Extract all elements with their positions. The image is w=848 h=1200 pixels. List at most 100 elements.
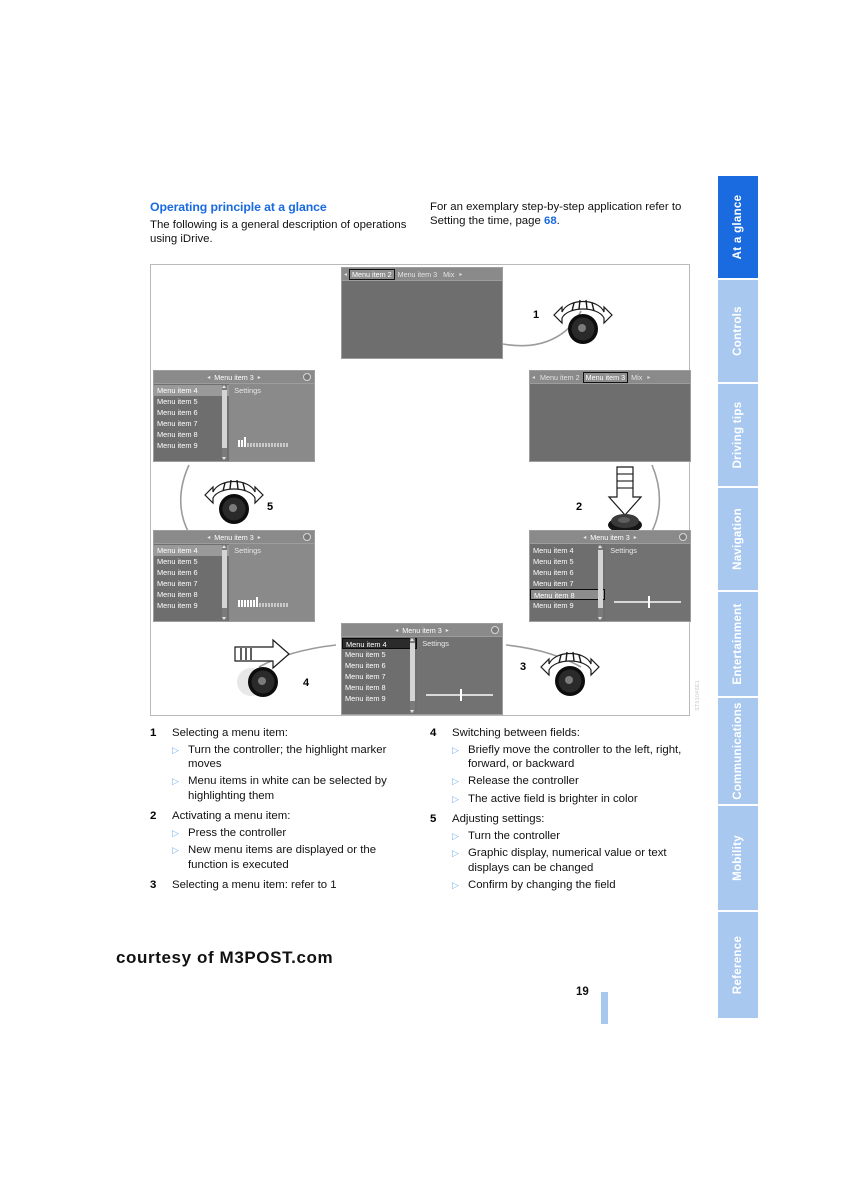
meter-bar <box>268 603 271 607</box>
list-item-selected[interactable]: Menu item 4 <box>154 385 230 396</box>
menu-list: Menu item 4 Menu item 5 Menu item 6 Menu… <box>154 384 230 461</box>
list-item[interactable]: Menu item 7 <box>530 578 605 589</box>
scrollbar-thumb[interactable] <box>222 550 228 608</box>
list-item[interactable]: Menu item 9 <box>530 600 605 611</box>
settings-slider-handle[interactable] <box>647 596 650 608</box>
list-item[interactable]: Menu item 6 <box>342 660 417 671</box>
title-left-arrow-icon[interactable]: ◂ <box>203 534 214 541</box>
list-scrollbar[interactable] <box>222 545 228 620</box>
caption-bullet-list: ▷ Briefly move the controller to the lef… <box>452 743 698 807</box>
settings-meter[interactable] <box>238 437 289 447</box>
scrollbar-thumb[interactable] <box>222 390 228 448</box>
title-right-arrow-icon[interactable]: ▸ <box>442 627 453 634</box>
list-item-selected[interactable]: Menu item 4 <box>154 545 230 556</box>
list-item[interactable]: Menu item 5 <box>342 649 417 660</box>
sidebar-tab-entertainment[interactable]: Entertainment <box>718 592 758 698</box>
screen-title-text: Menu item 3 <box>214 532 254 542</box>
cross-reference-page-link[interactable]: 68 <box>544 215 557 227</box>
tab-menu-item-2[interactable]: Menu item 2 <box>349 268 395 280</box>
title-left-arrow-icon[interactable]: ◂ <box>391 627 402 634</box>
sidebar-tab-label: Navigation <box>732 508 744 570</box>
list-item[interactable]: Menu item 5 <box>530 556 605 567</box>
clock-icon <box>679 533 687 541</box>
sidebar-tab-communications[interactable]: Communications <box>718 698 758 806</box>
sidebar-tab-controls[interactable]: Controls <box>718 280 758 384</box>
tabbar-right-arrow-icon: ▸ <box>647 374 651 381</box>
settings-slider-handle[interactable] <box>459 689 462 701</box>
title-right-arrow-icon[interactable]: ▸ <box>630 534 641 541</box>
meter-bar <box>247 600 250 607</box>
list-item[interactable]: Menu item 9 <box>342 693 417 704</box>
meter-bar <box>283 603 286 607</box>
meter-bar <box>283 443 286 447</box>
scroll-up-arrow-icon[interactable] <box>410 638 415 641</box>
meter-bar <box>277 603 280 607</box>
settings-meter[interactable] <box>238 597 289 607</box>
scroll-up-arrow-icon[interactable] <box>222 545 227 548</box>
triangle-bullet-icon: ▷ <box>172 827 179 838</box>
list-item[interactable]: Menu item 5 <box>154 396 229 407</box>
scroll-down-arrow-icon[interactable] <box>222 617 227 620</box>
caption-heading: Switching between fields: <box>452 727 580 739</box>
chapter-tab-rail: At a glance Controls Driving tips Naviga… <box>718 176 758 1026</box>
triangle-bullet-icon: ▷ <box>172 776 179 787</box>
caption-step: 1 Selecting a menu item: ▷ Turn the cont… <box>150 726 418 803</box>
list-item-selected[interactable]: Menu item 8 <box>530 589 606 600</box>
meter-bar <box>286 443 289 447</box>
list-item-selected[interactable]: Menu item 4 <box>342 638 418 649</box>
tab-menu-item-2[interactable]: Menu item 2 <box>537 373 583 382</box>
list-item[interactable]: Menu item 9 <box>154 440 229 451</box>
settings-panel: Settings <box>417 637 502 714</box>
list-item[interactable]: Menu item 7 <box>154 578 229 589</box>
sidebar-tab-mobility[interactable]: Mobility <box>718 806 758 912</box>
title-right-arrow-icon[interactable]: ▸ <box>254 374 265 381</box>
meter-bar <box>265 443 268 447</box>
scroll-down-arrow-icon[interactable] <box>410 710 415 713</box>
scroll-up-arrow-icon[interactable] <box>222 385 227 388</box>
caption-step: 2 Activating a menu item: ▷ Press the co… <box>150 809 418 872</box>
list-item[interactable]: Menu item 8 <box>154 429 229 440</box>
triangle-bullet-icon: ▷ <box>452 848 459 859</box>
list-item[interactable]: Menu item 4 <box>530 545 605 556</box>
title-left-arrow-icon[interactable]: ◂ <box>579 534 590 541</box>
meter-bar <box>253 443 256 447</box>
meter-bar <box>238 600 241 607</box>
caption-heading: Activating a menu item: <box>172 810 291 823</box>
list-scrollbar[interactable] <box>598 545 604 620</box>
scrollbar-thumb[interactable] <box>598 550 604 608</box>
scroll-up-arrow-icon[interactable] <box>598 545 603 548</box>
list-scrollbar[interactable] <box>410 638 416 713</box>
screen-right-lower-title: ◂ Menu item 3 ▸ <box>530 531 690 544</box>
scrollbar-thumb[interactable] <box>410 643 416 701</box>
tab-menu-item-3[interactable]: Menu item 3 <box>582 371 629 383</box>
title-left-arrow-icon[interactable]: ◂ <box>203 374 214 381</box>
list-item[interactable]: Menu item 9 <box>154 600 229 611</box>
sidebar-tab-reference[interactable]: Reference <box>718 912 758 1018</box>
settings-label: Settings <box>234 546 261 555</box>
list-item[interactable]: Menu item 6 <box>530 567 605 578</box>
clock-icon <box>303 533 311 541</box>
title-right-arrow-icon[interactable]: ▸ <box>254 534 265 541</box>
meter-bar <box>238 440 241 447</box>
list-item[interactable]: Menu item 5 <box>154 556 229 567</box>
caption-bullet-list: ▷ Turn the controller ▷ Graphic display,… <box>452 829 698 893</box>
list-item[interactable]: Menu item 7 <box>154 418 229 429</box>
list-item[interactable]: Menu item 7 <box>342 671 417 682</box>
sidebar-tab-navigation[interactable]: Navigation <box>718 488 758 592</box>
meter-cursor <box>256 597 259 607</box>
sidebar-tab-driving-tips[interactable]: Driving tips <box>718 384 758 488</box>
sidebar-tab-at-a-glance[interactable]: At a glance <box>718 176 758 280</box>
list-scrollbar[interactable] <box>222 385 228 460</box>
tab-menu-item-3[interactable]: Menu item 3 <box>395 270 441 279</box>
list-item[interactable]: Menu item 8 <box>154 589 229 600</box>
screen-right-lower-body: Menu item 4 Menu item 5 Menu item 6 Menu… <box>530 544 690 621</box>
scroll-down-arrow-icon[interactable] <box>222 457 227 460</box>
scroll-down-arrow-icon[interactable] <box>598 617 603 620</box>
list-item[interactable]: Menu item 6 <box>154 407 229 418</box>
caption-bullet: ▷ Press the controller <box>172 826 418 840</box>
tab-mix[interactable]: Mix <box>440 270 457 279</box>
tab-mix[interactable]: Mix <box>628 373 645 382</box>
step-number-2: 2 <box>576 501 583 513</box>
list-item[interactable]: Menu item 6 <box>154 567 229 578</box>
list-item[interactable]: Menu item 8 <box>342 682 417 693</box>
